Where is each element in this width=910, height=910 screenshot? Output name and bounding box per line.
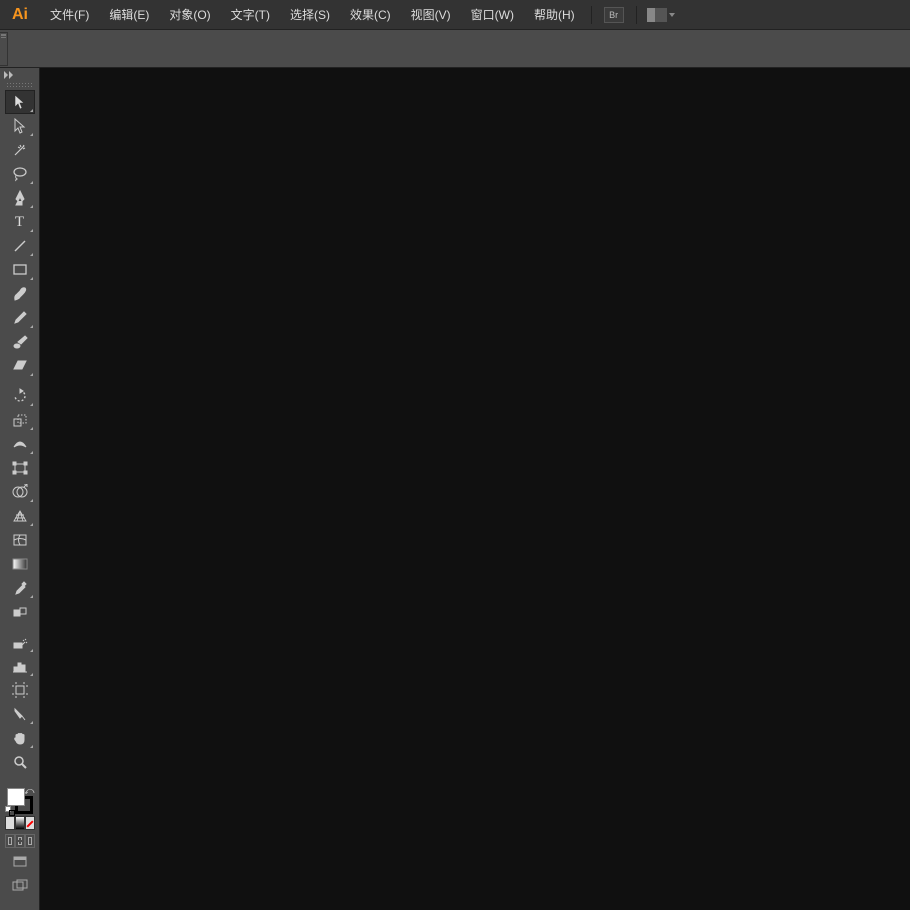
chevron-down-icon [669,13,675,17]
screen-mode-cycle-button[interactable] [8,876,32,896]
slice-tool[interactable] [5,702,35,726]
color-mode-solid[interactable] [5,816,15,830]
fill-stroke-control[interactable]: ⤺ [5,786,35,816]
draw-normal[interactable] [5,834,15,848]
rectangle-tool[interactable] [5,258,35,282]
pencil-tool[interactable] [5,306,35,330]
gradient-tool[interactable] [5,552,35,576]
eyedropper-tool[interactable] [5,576,35,600]
color-mode-none[interactable] [25,816,35,830]
menu-window[interactable]: 窗口(W) [461,0,524,30]
menu-edit[interactable]: 编辑(E) [99,0,159,30]
blob-brush-tool[interactable] [5,330,35,354]
control-bar [0,30,910,68]
control-bar-grip[interactable] [0,32,8,66]
shape-builder-tool[interactable] [5,480,35,504]
hand-tool[interactable] [5,726,35,750]
free-transform-tool[interactable] [5,456,35,480]
color-mode-gradient[interactable] [15,816,25,830]
layout-icon [647,8,667,22]
tools-panel: T [0,68,40,910]
screen-mode-button[interactable] [8,852,32,872]
tools-expand-button[interactable] [0,68,39,82]
magic-wand-tool[interactable] [5,138,35,162]
arrange-documents-button[interactable] [643,8,679,22]
menu-select[interactable]: 选择(S) [280,0,340,30]
paintbrush-tool[interactable] [5,282,35,306]
lasso-tool[interactable] [5,162,35,186]
rotate-tool[interactable] [5,384,35,408]
draw-behind[interactable] [15,834,25,848]
bridge-button[interactable]: Br [604,7,624,23]
column-graph-tool[interactable] [5,654,35,678]
menu-object[interactable]: 对象(O) [159,0,220,30]
divider [636,6,637,24]
tools-panel-grip[interactable] [6,82,34,88]
zoom-tool[interactable] [5,750,35,774]
menu-items: 文件(F) 编辑(E) 对象(O) 文字(T) 选择(S) 效果(C) 视图(V… [40,0,585,30]
symbol-sprayer-tool[interactable] [5,630,35,654]
direct-selection-tool[interactable] [5,114,35,138]
type-tool[interactable]: T [5,210,35,234]
menu-file[interactable]: 文件(F) [40,0,99,30]
canvas-area[interactable] [40,68,910,910]
blend-tool[interactable] [5,600,35,624]
artboard-tool[interactable] [5,678,35,702]
menu-effect[interactable]: 效果(C) [340,0,401,30]
color-mode-buttons [5,816,35,830]
type-icon: T [15,214,24,231]
selection-tool[interactable] [5,90,35,114]
menu-help[interactable]: 帮助(H) [524,0,585,30]
divider [591,6,592,24]
line-segment-tool[interactable] [5,234,35,258]
width-tool[interactable] [5,432,35,456]
workspace: T [0,68,910,910]
pen-tool[interactable] [5,186,35,210]
draw-mode-buttons [5,834,35,848]
menu-view[interactable]: 视图(V) [401,0,461,30]
default-fill-stroke-icon[interactable] [5,806,15,816]
scale-tool[interactable] [5,408,35,432]
menubar: Ai 文件(F) 编辑(E) 对象(O) 文字(T) 选择(S) 效果(C) 视… [0,0,910,30]
app-logo: Ai [0,6,40,24]
menu-type[interactable]: 文字(T) [221,0,280,30]
mesh-tool[interactable] [5,528,35,552]
fill-swatch[interactable] [7,788,25,806]
perspective-grid-tool[interactable] [5,504,35,528]
eraser-tool[interactable] [5,354,35,378]
draw-inside[interactable] [25,834,35,848]
